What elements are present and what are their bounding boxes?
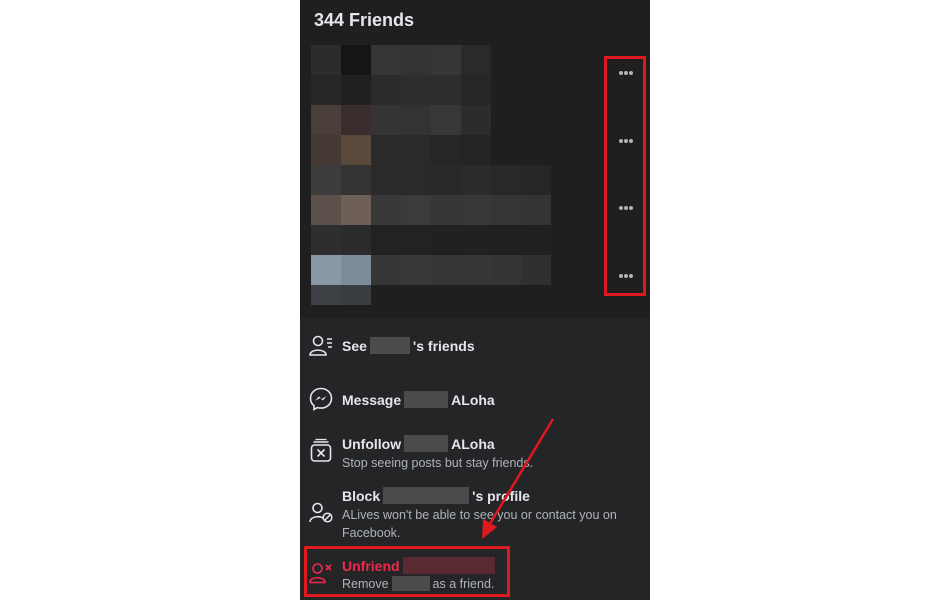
block-prefix: Block <box>342 488 381 504</box>
see-friends-option[interactable]: See 's friends <box>300 328 650 364</box>
redacted-name <box>369 337 410 354</box>
unfollow-icon <box>308 438 334 464</box>
see-friends-icon <box>308 333 334 359</box>
see-friends-label: See 's friends <box>342 337 475 354</box>
annotation-arrow <box>482 418 555 539</box>
redacted-name <box>383 487 470 504</box>
message-label: Message ALoha <box>342 391 495 408</box>
redacted-name <box>404 435 449 452</box>
see-friends-prefix: See <box>342 338 367 354</box>
friends-list-panel: 344 Friends <box>300 0 650 318</box>
friends-count-title: 344 Friends <box>314 10 415 30</box>
block-icon <box>308 500 334 526</box>
messenger-icon <box>308 386 334 412</box>
message-suffix: ALoha <box>451 392 495 408</box>
redacted-name <box>404 391 449 408</box>
message-prefix: Message <box>342 392 402 408</box>
see-friends-suffix: 's friends <box>412 338 475 354</box>
unfriend-highlight-box <box>304 546 510 597</box>
more-options-highlight-box <box>604 56 646 296</box>
message-option[interactable]: Message ALoha <box>300 382 650 418</box>
unfollow-prefix: Unfollow <box>342 436 402 452</box>
